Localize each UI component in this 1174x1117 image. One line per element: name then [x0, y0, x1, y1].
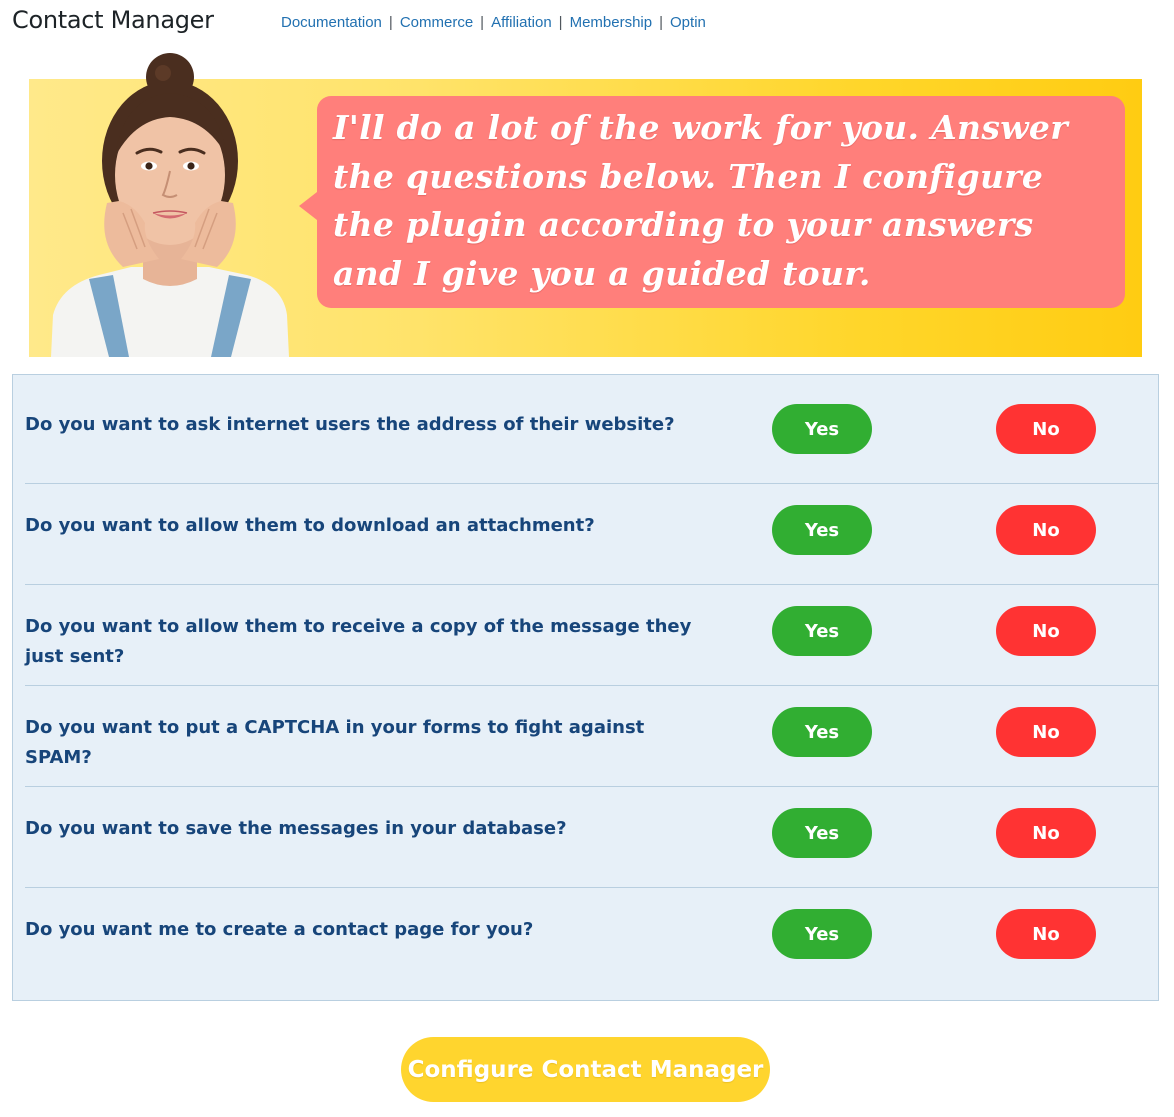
- yes-button[interactable]: Yes: [772, 404, 872, 454]
- question-row: Do you want to save the messages in your…: [25, 786, 1158, 888]
- nav-link-membership[interactable]: Membership: [570, 14, 653, 31]
- nav-separator: |: [659, 14, 664, 31]
- yes-button[interactable]: Yes: [772, 909, 872, 959]
- top-nav: Documentation | Commerce | Affiliation |…: [281, 14, 706, 31]
- no-button[interactable]: No: [996, 606, 1096, 656]
- no-button[interactable]: No: [996, 505, 1096, 555]
- no-button[interactable]: No: [996, 909, 1096, 959]
- yes-button[interactable]: Yes: [772, 808, 872, 858]
- speech-bubble: I'll do a lot of the work for you. Answe…: [299, 96, 1125, 308]
- question-text: Do you want to ask internet users the ad…: [25, 414, 675, 435]
- nav-separator: |: [388, 14, 393, 31]
- welcome-banner: I'll do a lot of the work for you. Answe…: [29, 53, 1142, 357]
- app-title: Contact Manager: [12, 6, 214, 34]
- nav-link-affiliation[interactable]: Affiliation: [491, 14, 552, 31]
- question-text: Do you want to allow them to download an…: [25, 515, 595, 536]
- question-text: Do you want to put a CAPTCHA in your for…: [25, 717, 645, 768]
- nav-separator: |: [480, 14, 485, 31]
- nav-link-optin[interactable]: Optin: [670, 14, 706, 31]
- question-row: Do you want to ask internet users the ad…: [25, 382, 1158, 484]
- configure-button[interactable]: Configure Contact Manager: [401, 1037, 770, 1102]
- question-text: Do you want me to create a contact page …: [25, 919, 534, 940]
- yes-button[interactable]: Yes: [772, 606, 872, 656]
- question-text: Do you want to allow them to receive a c…: [25, 616, 692, 667]
- yes-button[interactable]: Yes: [772, 707, 872, 757]
- question-row: Do you want to allow them to download an…: [25, 483, 1158, 585]
- question-text: Do you want to save the messages in your…: [25, 818, 567, 839]
- no-button[interactable]: No: [996, 404, 1096, 454]
- assistant-message: I'll do a lot of the work for you. Answe…: [333, 108, 1068, 293]
- yes-button[interactable]: Yes: [772, 505, 872, 555]
- questions-panel: Do you want to ask internet users the ad…: [12, 374, 1159, 1001]
- assistant-avatar: [39, 53, 291, 357]
- no-button[interactable]: No: [996, 808, 1096, 858]
- nav-link-commerce[interactable]: Commerce: [400, 14, 473, 31]
- nav-link-documentation[interactable]: Documentation: [281, 14, 382, 31]
- question-row: Do you want me to create a contact page …: [25, 887, 1158, 988]
- no-button[interactable]: No: [996, 707, 1096, 757]
- nav-separator: |: [558, 14, 563, 31]
- question-row: Do you want to put a CAPTCHA in your for…: [25, 685, 1158, 787]
- question-row: Do you want to allow them to receive a c…: [25, 584, 1158, 686]
